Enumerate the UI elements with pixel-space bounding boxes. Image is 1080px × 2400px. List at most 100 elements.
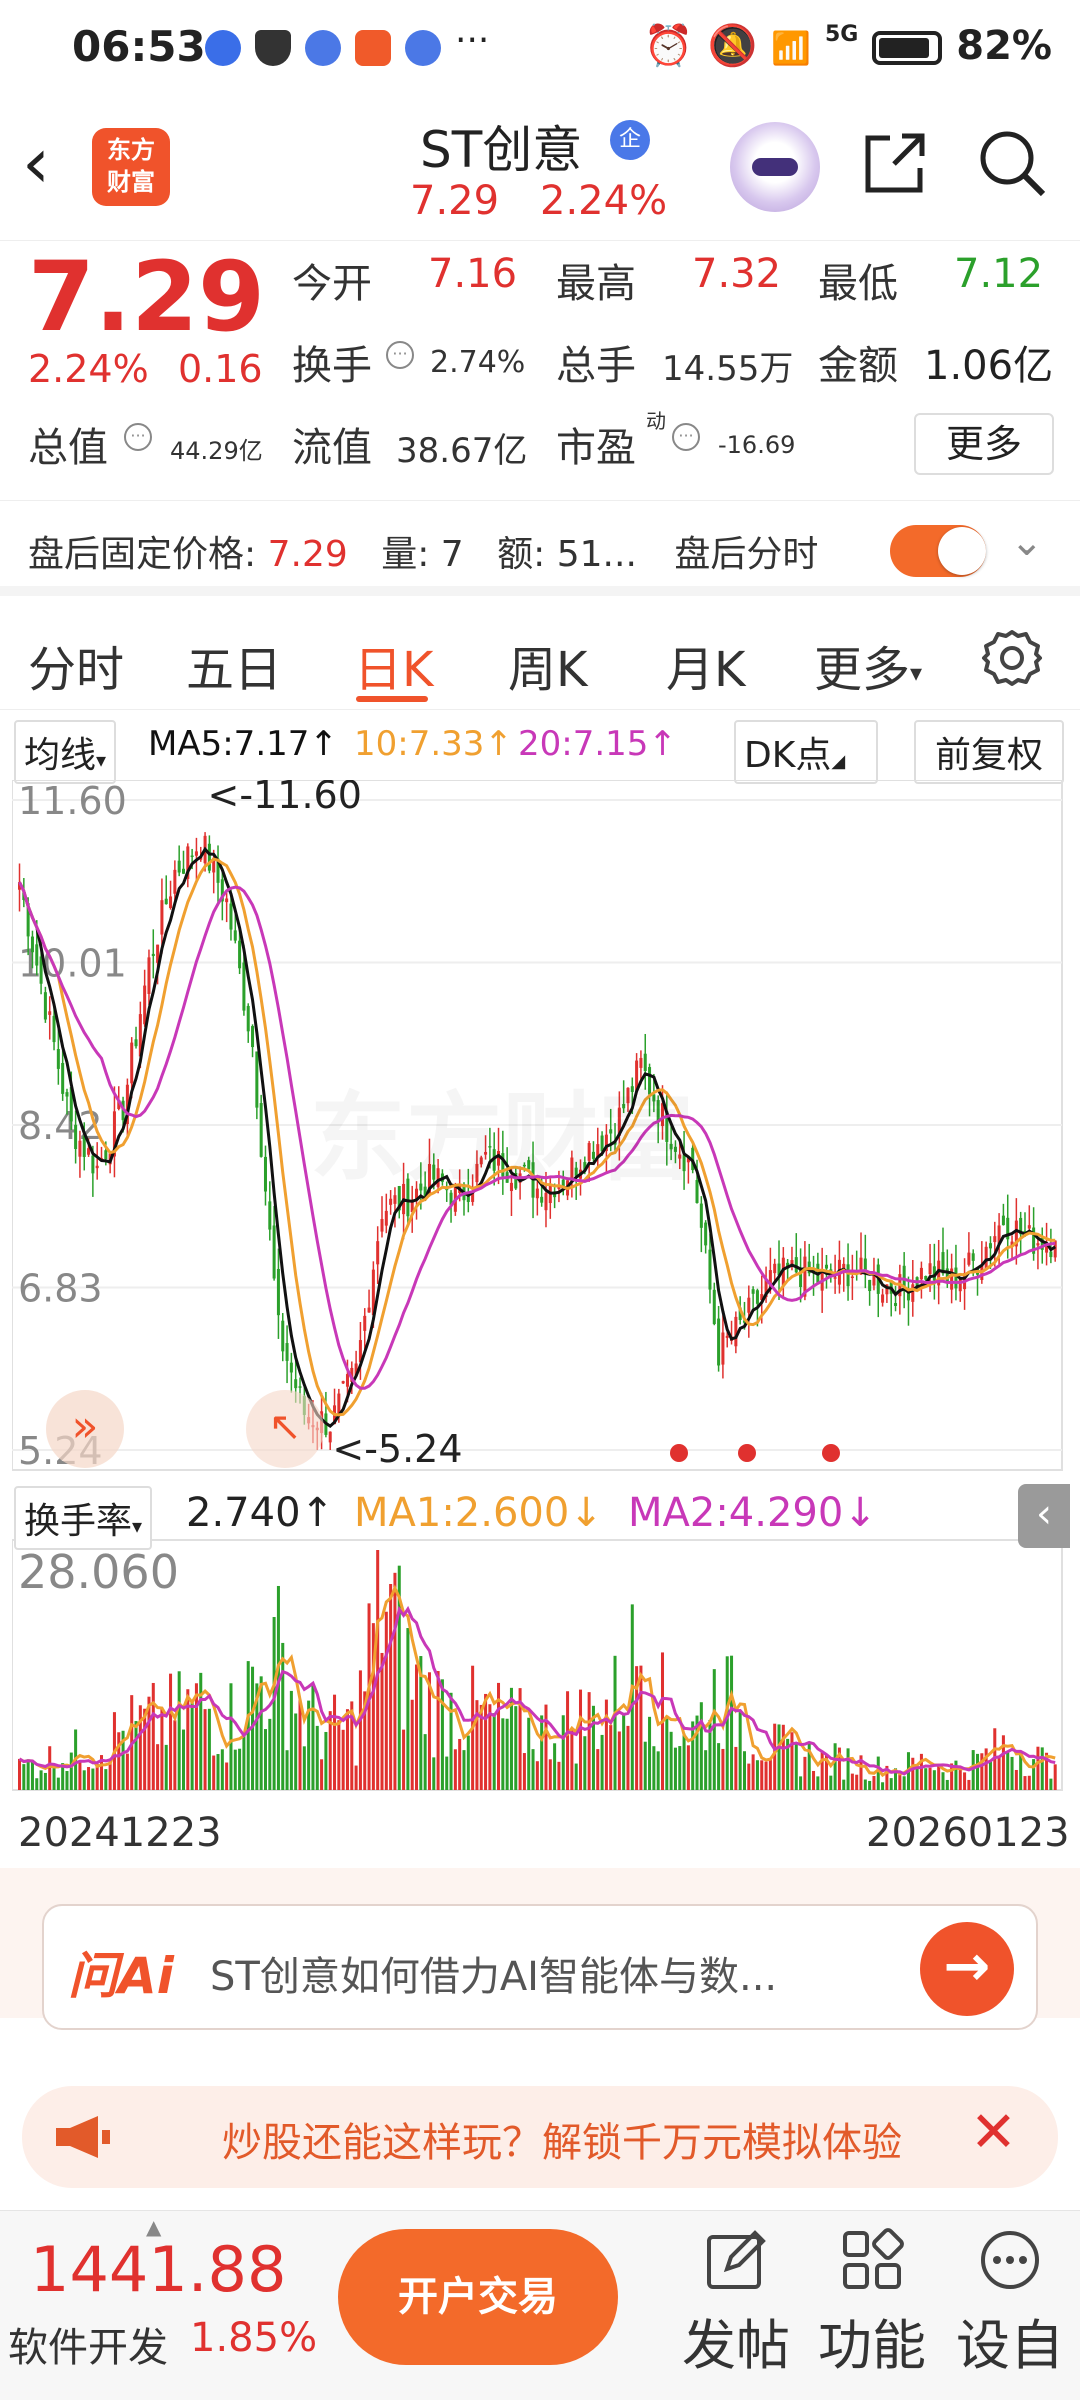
dk-point-button[interactable]: DK点◢ — [734, 720, 878, 784]
volume-bar — [160, 1707, 164, 1790]
more-button[interactable]: 更多 — [914, 413, 1054, 475]
volume-bar — [384, 1611, 388, 1790]
tab-five-day[interactable]: 五日 — [186, 630, 282, 700]
candle-body — [695, 1179, 699, 1203]
signal-marker[interactable]: ↖ — [246, 1390, 324, 1468]
volume-bar — [924, 1768, 928, 1790]
dk-dot[interactable] — [822, 1444, 840, 1462]
dk-dot[interactable] — [738, 1444, 756, 1462]
volume-bar — [164, 1744, 168, 1790]
volume-bar — [574, 1763, 578, 1790]
search-icon[interactable] — [975, 126, 1050, 201]
candle-body — [207, 843, 211, 871]
volume-bar — [143, 1708, 147, 1790]
volume-bar — [406, 1628, 410, 1790]
enterprise-badge[interactable]: 企 — [610, 120, 650, 160]
stock-title: ST创意 — [420, 121, 583, 179]
tab-monthly-k[interactable]: 月K — [666, 630, 745, 700]
gear-icon[interactable] — [980, 626, 1044, 690]
share-icon[interactable] — [860, 128, 930, 198]
ai-question-box[interactable]: 问Ai ST创意如何借力AI智能体与数... → — [42, 1904, 1038, 2030]
volume-bar — [358, 1670, 362, 1790]
volume-bar — [548, 1759, 552, 1790]
amount-label: 金额 — [818, 343, 898, 389]
after-hours-toggle[interactable] — [890, 525, 986, 577]
volume-bar — [937, 1764, 941, 1790]
app-icon-blue — [305, 30, 341, 66]
ma-selector[interactable]: 均线▾ — [14, 720, 117, 784]
function-button[interactable]: 功能 — [812, 2227, 932, 2397]
battery-percent: 82% — [956, 23, 1052, 69]
ma5-value: MA5:7.17↑ — [148, 724, 338, 764]
candle-body — [902, 1265, 906, 1287]
volume-bar — [1049, 1778, 1053, 1790]
status-bar: 06:53 ··· ⏰ 🔕 📶 5G 82% — [0, 0, 1080, 100]
volume-bar — [686, 1745, 690, 1790]
candle-body — [1001, 1215, 1005, 1226]
dk-dot[interactable] — [670, 1444, 688, 1462]
sector-index-value[interactable]: 1441.88 — [30, 2233, 286, 2306]
candle-body — [704, 1222, 708, 1246]
edit-icon — [707, 2230, 766, 2289]
volume-bar — [294, 1713, 298, 1790]
turnover-info-icon[interactable]: ··· — [386, 341, 414, 369]
tab-daily-k[interactable]: 日K — [354, 630, 433, 700]
sector-name[interactable]: 软件开发 — [8, 2315, 168, 2373]
wifi-icon: 📶 — [771, 29, 812, 67]
candle-body — [177, 860, 181, 873]
ai-robot-icon[interactable] — [730, 122, 820, 212]
volume-bar — [755, 1760, 759, 1790]
candle-body — [35, 944, 39, 966]
volume-bar — [881, 1782, 885, 1790]
volume-bar — [699, 1702, 703, 1790]
candle-body — [717, 1318, 721, 1366]
candle-body — [384, 1210, 388, 1226]
promo-text: 炒股还能这样玩？解锁千万元模拟体验 — [222, 2120, 902, 2166]
volume-bar — [531, 1749, 535, 1790]
promo-banner[interactable]: 炒股还能这样玩？解锁千万元模拟体验 ✕ — [22, 2086, 1058, 2188]
app-logo[interactable]: 东方 财富 — [92, 128, 170, 206]
volume-bar — [65, 1771, 69, 1790]
candle-body — [894, 1303, 898, 1306]
open-value: 7.16 — [428, 251, 518, 297]
tab-timeshare[interactable]: 分时 — [28, 630, 124, 700]
arrow-right-icon[interactable]: → — [920, 1922, 1014, 2016]
custom-button[interactable]: 设自 — [950, 2227, 1070, 2397]
candle-body — [993, 1236, 997, 1243]
volume-bar — [855, 1774, 859, 1790]
back-icon[interactable]: ‹ — [22, 128, 82, 208]
tab-more[interactable]: 更多▾ — [814, 630, 922, 700]
adjust-button[interactable]: 前复权 — [914, 720, 1064, 784]
candle-body — [846, 1264, 850, 1287]
candle-body — [61, 1062, 65, 1094]
kline-chart[interactable]: 11.6010.018.426.835.24 <-11.60<-5.24 28.… — [12, 780, 1068, 1820]
close-icon[interactable]: ✕ — [970, 2100, 1017, 2165]
volume-bar — [872, 1776, 876, 1790]
pe-info-icon[interactable]: ··· — [672, 423, 700, 451]
volume-bar — [639, 1665, 643, 1790]
volume-bar — [570, 1728, 574, 1790]
collapse-panel-icon[interactable]: ‹ — [1018, 1484, 1070, 1548]
indicator-selector[interactable]: 换手率▾ — [14, 1486, 153, 1550]
bottom-bar: ▲ 1441.88 软件开发 1.85% 开户交易 发帖 功能 设自 — [0, 2210, 1080, 2400]
open-account-button[interactable]: 开户交易 — [338, 2229, 618, 2365]
volume-bar — [604, 1699, 608, 1790]
expand-left-icon[interactable]: » — [46, 1390, 124, 1468]
high-value: 7.32 — [692, 251, 782, 297]
candle-body — [276, 1268, 280, 1316]
volume-max-label: 28.060 — [18, 1545, 179, 1599]
volume-bar — [527, 1717, 531, 1790]
volume-label: 总手 — [556, 343, 636, 389]
candle-body — [65, 1092, 69, 1097]
volume-bar — [229, 1683, 233, 1790]
post-button[interactable]: 发帖 — [676, 2227, 796, 2397]
candle-body — [341, 1381, 345, 1384]
volume-bar — [1006, 1751, 1010, 1790]
volume-bar — [333, 1694, 337, 1790]
tab-weekly-k[interactable]: 周K — [508, 630, 587, 700]
volume-bar — [505, 1718, 509, 1790]
mktcap-info-icon[interactable]: ··· — [124, 423, 152, 451]
chevron-down-icon[interactable]: ⌄ — [1010, 519, 1044, 565]
candle-body — [345, 1374, 349, 1387]
volume-bar — [717, 1743, 721, 1790]
